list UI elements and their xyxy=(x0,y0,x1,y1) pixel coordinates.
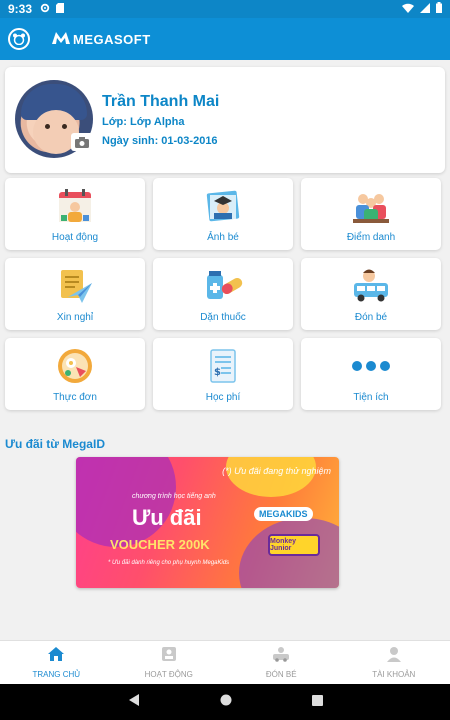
status-bar: 9:33 xyxy=(0,0,450,18)
banner-footnote: * Ưu đãi dành riêng cho phụ huynh MegaKi… xyxy=(108,560,230,566)
app-logo-icon[interactable] xyxy=(8,28,30,50)
pickup-car-icon xyxy=(272,646,290,667)
monkey-junior-logo: Monkey Junior xyxy=(268,534,320,556)
avatar-eye xyxy=(62,124,67,129)
attendance-people-icon xyxy=(351,186,391,226)
activity-board-icon xyxy=(160,646,178,667)
banner-shape xyxy=(76,457,176,547)
system-nav-bar xyxy=(0,684,450,720)
nav-tab-home[interactable]: TRANG CHỦ xyxy=(0,641,113,684)
menu-tile-label: Hoạt động xyxy=(51,232,99,243)
menu-tile-label: Ảnh bé xyxy=(207,232,239,243)
menu-tile-label: Thực đơn xyxy=(53,392,97,403)
app-bar: MEGASOFT xyxy=(0,18,450,60)
sd-card-icon xyxy=(56,2,65,16)
home-icon xyxy=(47,646,65,667)
pickup-bus-icon xyxy=(351,266,391,306)
back-icon[interactable] xyxy=(128,693,140,711)
signal-icon xyxy=(420,2,430,16)
menu-tile-hoc-phi[interactable]: $ Học phí xyxy=(153,338,293,410)
more-dots-icon xyxy=(351,346,391,386)
medicine-icon xyxy=(203,266,243,306)
nav-tab-label: HOẠT ĐỘNG xyxy=(144,670,193,679)
graduation-photo-icon xyxy=(203,186,243,226)
banner-voucher: VOUCHER 200K xyxy=(110,537,210,552)
nav-tab-label: ĐÓN BÉ xyxy=(265,670,297,679)
menu-tile-label: Điểm danh xyxy=(346,232,396,243)
nav-tab-label: TÀI KHOẢN xyxy=(372,670,416,679)
promo-banner[interactable]: (*) Ưu đãi đang thử nghiệm chương trình … xyxy=(76,457,339,588)
menu-tile-hoat-dong[interactable]: Hoạt động xyxy=(5,178,145,250)
nav-tab-activities[interactable]: HOẠT ĐỘNG xyxy=(113,641,226,684)
brand-text: MEGASOFT xyxy=(73,31,151,47)
brand-logo: MEGASOFT xyxy=(52,29,151,49)
megakids-logo: MEGAKIDS xyxy=(254,507,313,521)
banner-shape xyxy=(226,457,316,497)
battery-icon xyxy=(436,2,442,16)
home-circle-icon[interactable] xyxy=(220,693,232,711)
calendar-activity-icon xyxy=(55,186,95,226)
menu-tile-label: Học phí xyxy=(205,392,241,403)
banner-title: Ưu đãi xyxy=(132,505,202,530)
profile-card[interactable]: Trần Thanh Mai Lớp: Lớp Alpha Ngày sinh:… xyxy=(5,67,445,173)
banner-subtitle: chương trình học tiếng anh xyxy=(132,493,216,500)
child-dob: Ngày sinh: 01-03-2016 xyxy=(102,135,218,147)
bottom-nav: TRANG CHỦ HOẠT ĐỘNG ĐÓN BÉ TÀI KHOẢN xyxy=(0,640,450,684)
menu-tile-don-be[interactable]: Đón bé xyxy=(301,258,441,330)
wifi-icon xyxy=(402,2,414,16)
svg-text:$: $ xyxy=(214,367,221,378)
menu-tile-label: Xin nghỉ xyxy=(56,312,94,323)
menu-tile-label: Đón bé xyxy=(354,312,388,323)
child-class: Lớp: Lớp Alpha xyxy=(102,116,185,128)
account-user-icon xyxy=(385,646,403,667)
child-name: Trần Thanh Mai xyxy=(102,93,220,110)
menu-tile-anh-be[interactable]: Ảnh bé xyxy=(153,178,293,250)
leave-request-paper-plane-icon xyxy=(55,266,95,306)
promo-section-title: Ưu đãi từ MegaID xyxy=(5,437,105,451)
menu-tile-thuc-don[interactable]: Thực đơn xyxy=(5,338,145,410)
settings-gear-icon xyxy=(40,2,50,16)
nav-tab-account[interactable]: TÀI KHOẢN xyxy=(338,641,450,684)
menu-tile-xin-nghi[interactable]: Xin nghỉ xyxy=(5,258,145,330)
menu-tile-dan-thuoc[interactable]: Dặn thuốc xyxy=(153,258,293,330)
avatar-eye xyxy=(45,124,50,129)
menu-tile-label: Tiện ích xyxy=(353,392,389,403)
menu-tile-tien-ich[interactable]: Tiện ích xyxy=(301,338,441,410)
nav-tab-label: TRANG CHỦ xyxy=(32,670,81,679)
banner-trial-note: (*) Ưu đãi đang thử nghiệm xyxy=(222,466,331,476)
status-time: 9:33 xyxy=(8,2,33,16)
brand-m-icon xyxy=(52,29,70,49)
feature-grid: Hoạt động Ảnh bé Điểm danh Xin nghỉ Dặn … xyxy=(5,178,445,410)
tuition-invoice-icon: $ xyxy=(203,346,243,386)
recents-square-icon[interactable] xyxy=(311,693,323,711)
menu-tile-label: Dặn thuốc xyxy=(200,312,246,323)
nav-tab-pickup[interactable]: ĐÓN BÉ xyxy=(225,641,338,684)
camera-icon[interactable] xyxy=(71,133,93,151)
menu-tile-diem-danh[interactable]: Điểm danh xyxy=(301,178,441,250)
food-menu-icon xyxy=(55,346,95,386)
